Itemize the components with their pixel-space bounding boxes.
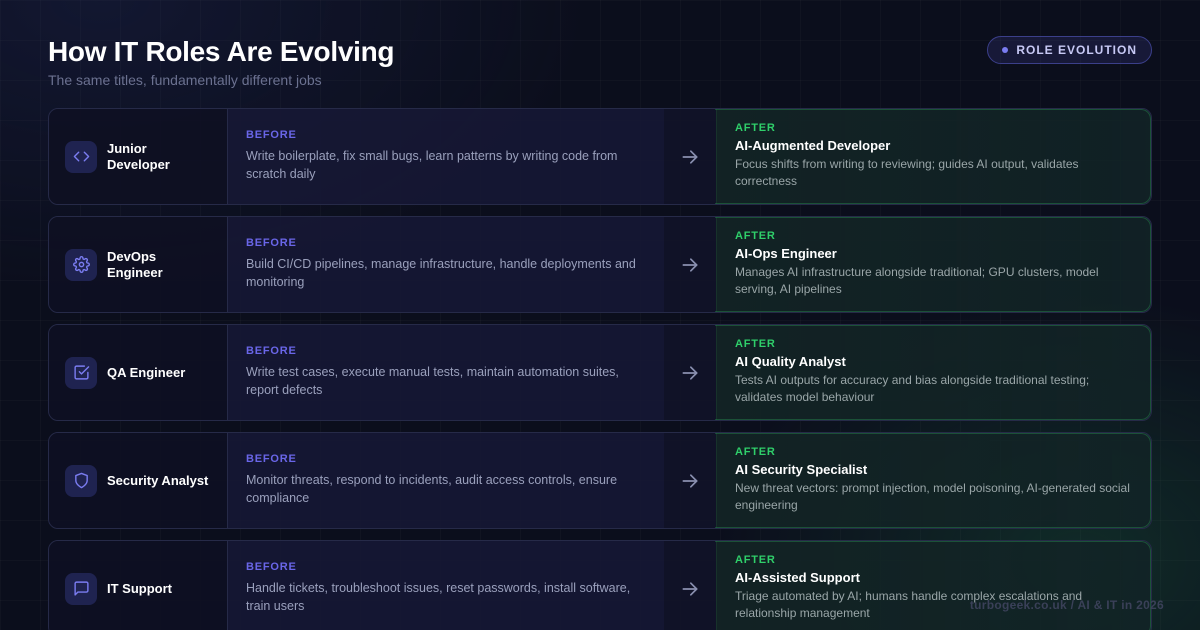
- arrow-right-icon: [664, 325, 716, 420]
- before-label: BEFORE: [246, 237, 297, 249]
- role-name: Security Analyst: [107, 472, 209, 488]
- footer-credit: turbogeek.co.uk / AI & IT in 2026: [969, 598, 1164, 612]
- before-cell: BEFORE Build CI/CD pipelines, manage inf…: [228, 217, 664, 312]
- arrow-right-icon: [664, 109, 716, 204]
- roles-list: Junior Developer BEFORE Write boilerplat…: [48, 108, 1152, 630]
- after-title: AI-Augmented Developer: [735, 138, 891, 153]
- before-label: BEFORE: [246, 561, 297, 573]
- page-title: How IT Roles Are Evolving: [48, 36, 395, 67]
- after-label: AFTER: [735, 122, 776, 134]
- after-label: AFTER: [735, 554, 776, 566]
- after-cell: AFTER AI-Augmented Developer Focus shift…: [716, 109, 1151, 204]
- before-text: Write boilerplate, fix small bugs, learn…: [246, 149, 618, 181]
- chat-icon: [65, 572, 97, 605]
- badge-dot-icon: [1002, 47, 1009, 53]
- after-title: AI-Assisted Support: [735, 570, 860, 585]
- before-text: Handle tickets, troubleshoot issues, res…: [246, 581, 631, 613]
- role-row-it-support: IT Support BEFORE Handle tickets, troubl…: [48, 540, 1152, 630]
- after-label: AFTER: [735, 446, 776, 458]
- after-cell: AFTER AI-Ops Engineer Manages AI infrast…: [716, 217, 1151, 312]
- after-cell: AFTER AI Security Specialist New threat …: [716, 433, 1151, 528]
- after-text: Focus shifts from writing to reviewing; …: [735, 157, 1079, 188]
- checkbox-icon: [65, 356, 97, 389]
- role-row-junior-developer: Junior Developer BEFORE Write boilerplat…: [48, 108, 1152, 205]
- role-name: Junior Developer: [107, 140, 170, 172]
- role-row-devops-engineer: DevOps Engineer BEFORE Build CI/CD pipel…: [48, 216, 1152, 313]
- role-cell: Security Analyst: [49, 433, 228, 528]
- badge-label: ROLE EVOLUTION: [1016, 43, 1137, 57]
- before-cell: BEFORE Handle tickets, troubleshoot issu…: [228, 541, 664, 630]
- role-name: QA Engineer: [107, 364, 186, 380]
- arrow-right-icon: [664, 433, 716, 528]
- after-cell: AFTER AI Quality Analyst Tests AI output…: [716, 325, 1151, 420]
- before-label: BEFORE: [246, 345, 297, 357]
- after-label: AFTER: [735, 338, 776, 350]
- before-cell: BEFORE Write test cases, execute manual …: [228, 325, 664, 420]
- role-name: DevOps Engineer: [107, 248, 163, 280]
- page-subtitle: The same titles, fundamentally different…: [48, 72, 322, 88]
- before-label: BEFORE: [246, 129, 297, 141]
- before-cell: BEFORE Monitor threats, respond to incid…: [228, 433, 664, 528]
- arrow-right-icon: [664, 541, 716, 630]
- role-cell: QA Engineer: [49, 325, 228, 420]
- role-name: IT Support: [107, 580, 172, 596]
- before-text: Monitor threats, respond to incidents, a…: [246, 473, 618, 505]
- after-title: AI Security Specialist: [735, 462, 868, 477]
- after-text: Manages AI infrastructure alongside trad…: [735, 265, 1099, 296]
- after-title: AI-Ops Engineer: [735, 246, 837, 261]
- after-title: AI Quality Analyst: [735, 354, 846, 369]
- after-text: Tests AI outputs for accuracy and bias a…: [735, 373, 1090, 404]
- code-icon: [65, 140, 97, 173]
- after-label: AFTER: [735, 230, 776, 242]
- before-text: Write test cases, execute manual tests, …: [246, 365, 619, 397]
- arrow-right-icon: [664, 217, 716, 312]
- role-evolution-badge: ROLE EVOLUTION: [987, 36, 1152, 64]
- role-cell: DevOps Engineer: [49, 217, 228, 312]
- before-label: BEFORE: [246, 453, 297, 465]
- role-row-qa-engineer: QA Engineer BEFORE Write test cases, exe…: [48, 324, 1152, 421]
- before-text: Build CI/CD pipelines, manage infrastruc…: [246, 257, 636, 289]
- role-row-security-analyst: Security Analyst BEFORE Monitor threats,…: [48, 432, 1152, 529]
- role-cell: Junior Developer: [49, 109, 228, 204]
- after-text: New threat vectors: prompt injection, mo…: [735, 481, 1130, 512]
- shield-icon: [65, 464, 97, 497]
- after-cell: AFTER AI-Assisted Support Triage automat…: [716, 541, 1151, 630]
- role-cell: IT Support: [49, 541, 228, 630]
- gear-icon: [65, 248, 97, 281]
- before-cell: BEFORE Write boilerplate, fix small bugs…: [228, 109, 664, 204]
